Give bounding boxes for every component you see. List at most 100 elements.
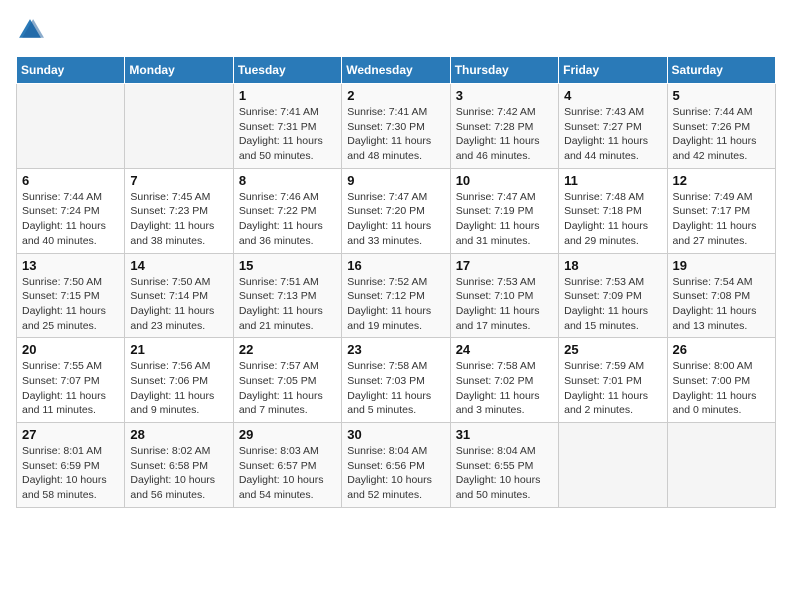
calendar-cell: 14 Sunrise: 7:50 AMSunset: 7:14 PMDayligh… — [125, 253, 233, 338]
calendar-week-0: 1 Sunrise: 7:41 AMSunset: 7:31 PMDaylight… — [17, 84, 776, 169]
day-number: 13 — [22, 258, 119, 273]
calendar-cell: 22Sunrise: 7:57 AMSunset: 7:05 PMDayligh… — [233, 338, 341, 423]
day-info: Sunrise: 7:51 AMSunset: 7:13 PMDaylight:… — [239, 275, 336, 334]
day-info: Sunrise: 7:48 AMSunset: 7:18 PMDaylight:… — [564, 190, 661, 249]
day-number: 4 — [564, 88, 661, 103]
calendar-cell: 19 Sunrise: 7:54 AMSunset: 7:08 PMDayligh… — [667, 253, 775, 338]
calendar-week-3: 20Sunrise: 7:55 AMSunset: 7:07 PMDayligh… — [17, 338, 776, 423]
day-info: Sunrise: 7:43 AMSunset: 7:27 PMDaylight:… — [564, 105, 661, 164]
calendar-cell: 6 Sunrise: 7:44 AMSunset: 7:24 PMDaylight… — [17, 168, 125, 253]
calendar-cell: 17Sunrise: 7:53 AMSunset: 7:10 PMDayligh… — [450, 253, 558, 338]
day-number: 16 — [347, 258, 444, 273]
day-number: 2 — [347, 88, 444, 103]
day-number: 5 — [673, 88, 770, 103]
calendar-header: SundayMondayTuesdayWednesdayThursdayFrid… — [17, 57, 776, 84]
calendar-cell: 4 Sunrise: 7:43 AMSunset: 7:27 PMDaylight… — [559, 84, 667, 169]
calendar-cell: 31 Sunrise: 8:04 AMSunset: 6:55 PMDayligh… — [450, 423, 558, 508]
calendar-cell: 8 Sunrise: 7:46 AMSunset: 7:22 PMDaylight… — [233, 168, 341, 253]
calendar-cell: 21 Sunrise: 7:56 AMSunset: 7:06 PMDayligh… — [125, 338, 233, 423]
calendar-cell: 20Sunrise: 7:55 AMSunset: 7:07 PMDayligh… — [17, 338, 125, 423]
day-header-tuesday: Tuesday — [233, 57, 341, 84]
calendar-cell: 18 Sunrise: 7:53 AMSunset: 7:09 PMDayligh… — [559, 253, 667, 338]
day-header-saturday: Saturday — [667, 57, 775, 84]
day-info: Sunrise: 7:50 AMSunset: 7:14 PMDaylight:… — [130, 275, 227, 334]
calendar-cell: 30 Sunrise: 8:04 AMSunset: 6:56 PMDayligh… — [342, 423, 450, 508]
day-number: 29 — [239, 427, 336, 442]
calendar-cell: 10Sunrise: 7:47 AMSunset: 7:19 PMDayligh… — [450, 168, 558, 253]
calendar-week-2: 13 Sunrise: 7:50 AMSunset: 7:15 PMDayligh… — [17, 253, 776, 338]
day-number: 30 — [347, 427, 444, 442]
day-info: Sunrise: 8:04 AMSunset: 6:55 PMDaylight:… — [456, 444, 553, 503]
calendar-cell: 16 Sunrise: 7:52 AMSunset: 7:12 PMDayligh… — [342, 253, 450, 338]
day-number: 6 — [22, 173, 119, 188]
day-header-monday: Monday — [125, 57, 233, 84]
page-header — [16, 16, 776, 44]
day-number: 1 — [239, 88, 336, 103]
calendar-cell: 13 Sunrise: 7:50 AMSunset: 7:15 PMDayligh… — [17, 253, 125, 338]
calendar-cell: 1 Sunrise: 7:41 AMSunset: 7:31 PMDaylight… — [233, 84, 341, 169]
day-info: Sunrise: 7:55 AMSunset: 7:07 PMDaylight:… — [22, 359, 119, 418]
calendar-cell — [17, 84, 125, 169]
day-number: 24 — [456, 342, 553, 357]
day-number: 31 — [456, 427, 553, 442]
day-info: Sunrise: 7:50 AMSunset: 7:15 PMDaylight:… — [22, 275, 119, 334]
day-info: Sunrise: 7:53 AMSunset: 7:10 PMDaylight:… — [456, 275, 553, 334]
days-of-week-row: SundayMondayTuesdayWednesdayThursdayFrid… — [17, 57, 776, 84]
day-number: 19 — [673, 258, 770, 273]
day-number: 25 — [564, 342, 661, 357]
day-info: Sunrise: 7:44 AMSunset: 7:24 PMDaylight:… — [22, 190, 119, 249]
day-number: 7 — [130, 173, 227, 188]
calendar-cell: 15 Sunrise: 7:51 AMSunset: 7:13 PMDayligh… — [233, 253, 341, 338]
day-info: Sunrise: 7:41 AMSunset: 7:30 PMDaylight:… — [347, 105, 444, 164]
day-header-sunday: Sunday — [17, 57, 125, 84]
day-header-wednesday: Wednesday — [342, 57, 450, 84]
day-number: 23 — [347, 342, 444, 357]
day-info: Sunrise: 8:01 AMSunset: 6:59 PMDaylight:… — [22, 444, 119, 503]
calendar-week-4: 27Sunrise: 8:01 AMSunset: 6:59 PMDayligh… — [17, 423, 776, 508]
logo-icon — [16, 16, 44, 44]
calendar-cell: 24 Sunrise: 7:58 AMSunset: 7:02 PMDayligh… — [450, 338, 558, 423]
calendar-cell: 28Sunrise: 8:02 AMSunset: 6:58 PMDayligh… — [125, 423, 233, 508]
day-header-friday: Friday — [559, 57, 667, 84]
day-info: Sunrise: 7:42 AMSunset: 7:28 PMDaylight:… — [456, 105, 553, 164]
day-info: Sunrise: 7:46 AMSunset: 7:22 PMDaylight:… — [239, 190, 336, 249]
day-info: Sunrise: 7:59 AMSunset: 7:01 PMDaylight:… — [564, 359, 661, 418]
calendar-week-1: 6 Sunrise: 7:44 AMSunset: 7:24 PMDaylight… — [17, 168, 776, 253]
calendar-cell: 25 Sunrise: 7:59 AMSunset: 7:01 PMDayligh… — [559, 338, 667, 423]
calendar-cell: 26Sunrise: 8:00 AMSunset: 7:00 PMDayligh… — [667, 338, 775, 423]
day-info: Sunrise: 7:41 AMSunset: 7:31 PMDaylight:… — [239, 105, 336, 164]
calendar-cell: 27Sunrise: 8:01 AMSunset: 6:59 PMDayligh… — [17, 423, 125, 508]
calendar-cell: 2 Sunrise: 7:41 AMSunset: 7:30 PMDaylight… — [342, 84, 450, 169]
day-number: 22 — [239, 342, 336, 357]
day-number: 21 — [130, 342, 227, 357]
day-number: 9 — [347, 173, 444, 188]
day-info: Sunrise: 8:00 AMSunset: 7:00 PMDaylight:… — [673, 359, 770, 418]
calendar-table: SundayMondayTuesdayWednesdayThursdayFrid… — [16, 56, 776, 508]
day-info: Sunrise: 7:44 AMSunset: 7:26 PMDaylight:… — [673, 105, 770, 164]
day-number: 11 — [564, 173, 661, 188]
calendar-cell: 29 Sunrise: 8:03 AMSunset: 6:57 PMDayligh… — [233, 423, 341, 508]
day-info: Sunrise: 7:56 AMSunset: 7:06 PMDaylight:… — [130, 359, 227, 418]
day-number: 15 — [239, 258, 336, 273]
day-number: 10 — [456, 173, 553, 188]
calendar-body: 1 Sunrise: 7:41 AMSunset: 7:31 PMDaylight… — [17, 84, 776, 508]
day-info: Sunrise: 8:03 AMSunset: 6:57 PMDaylight:… — [239, 444, 336, 503]
day-info: Sunrise: 7:58 AMSunset: 7:02 PMDaylight:… — [456, 359, 553, 418]
day-info: Sunrise: 7:45 AMSunset: 7:23 PMDaylight:… — [130, 190, 227, 249]
day-info: Sunrise: 7:53 AMSunset: 7:09 PMDaylight:… — [564, 275, 661, 334]
calendar-cell: 9 Sunrise: 7:47 AMSunset: 7:20 PMDaylight… — [342, 168, 450, 253]
day-number: 14 — [130, 258, 227, 273]
day-info: Sunrise: 7:58 AMSunset: 7:03 PMDaylight:… — [347, 359, 444, 418]
day-number: 18 — [564, 258, 661, 273]
calendar-cell — [125, 84, 233, 169]
day-number: 8 — [239, 173, 336, 188]
calendar-cell: 23 Sunrise: 7:58 AMSunset: 7:03 PMDayligh… — [342, 338, 450, 423]
day-number: 3 — [456, 88, 553, 103]
day-info: Sunrise: 7:54 AMSunset: 7:08 PMDaylight:… — [673, 275, 770, 334]
day-info: Sunrise: 7:52 AMSunset: 7:12 PMDaylight:… — [347, 275, 444, 334]
day-number: 12 — [673, 173, 770, 188]
day-info: Sunrise: 7:49 AMSunset: 7:17 PMDaylight:… — [673, 190, 770, 249]
day-info: Sunrise: 7:47 AMSunset: 7:20 PMDaylight:… — [347, 190, 444, 249]
day-number: 28 — [130, 427, 227, 442]
day-info: Sunrise: 8:04 AMSunset: 6:56 PMDaylight:… — [347, 444, 444, 503]
